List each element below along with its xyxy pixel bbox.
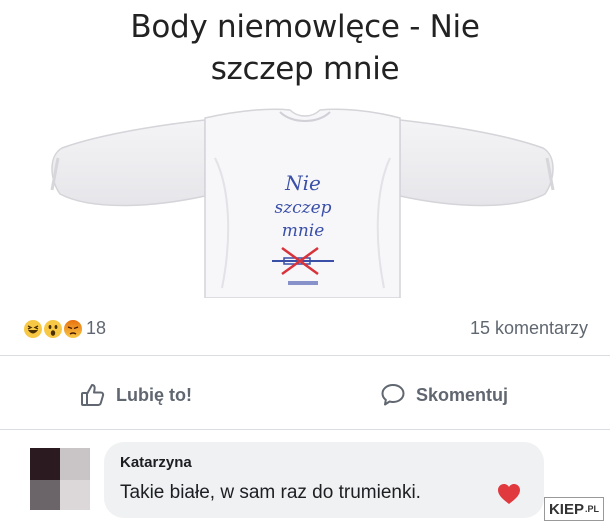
baby-bodysuit-illustration: Nie szczep mnie — [50, 108, 555, 298]
post-title-line-1: Body niemowlęce - Nie — [130, 9, 480, 45]
svg-text:Nie: Nie — [284, 171, 321, 195]
avatar[interactable] — [30, 448, 90, 510]
heart-icon — [498, 484, 520, 504]
comment-author[interactable]: Katarzyna — [120, 454, 192, 471]
avatar-segment — [60, 448, 90, 480]
watermark-logo: KIEP .PL — [543, 497, 604, 521]
product-image[interactable]: Nie szczep mnie — [0, 98, 610, 298]
post-title: Body niemowlęce - Nie szczep mnie — [0, 6, 610, 90]
comment-bubble-icon — [381, 384, 405, 406]
svg-text:mnie: mnie — [282, 221, 325, 241]
thumbs-up-icon — [81, 384, 105, 406]
reaction-count[interactable]: 18 — [86, 318, 106, 339]
angry-icon — [62, 318, 84, 340]
avatar-segment — [30, 448, 60, 480]
svg-text:szczep: szczep — [274, 198, 331, 218]
watermark-suffix: .PL — [584, 504, 599, 514]
wow-icon — [42, 318, 64, 340]
comment-button[interactable]: Skomentuj — [380, 380, 508, 410]
avatar-segment — [30, 480, 60, 510]
haha-icon — [22, 318, 44, 340]
watermark-text: KIEP — [548, 500, 584, 518]
reactions-bar: 18 15 komentarzy — [0, 298, 610, 356]
like-button[interactable]: Lubię to! — [80, 380, 192, 410]
comment-text: Takie białe, w sam raz do trumienki. — [120, 482, 421, 503]
like-button-label: Lubię to! — [116, 384, 192, 405]
comment-bubble: Katarzyna Takie białe, w sam raz do trum… — [104, 442, 544, 518]
comment-button-label: Skomentuj — [416, 384, 509, 405]
comment-row: Katarzyna Takie białe, w sam raz do trum… — [0, 430, 610, 525]
post-title-line-2: szczep mnie — [210, 51, 400, 87]
comments-count[interactable]: 15 komentarzy — [470, 318, 588, 339]
avatar-segment — [60, 480, 90, 510]
actions-bar: Lubię to! Skomentuj — [0, 356, 610, 430]
